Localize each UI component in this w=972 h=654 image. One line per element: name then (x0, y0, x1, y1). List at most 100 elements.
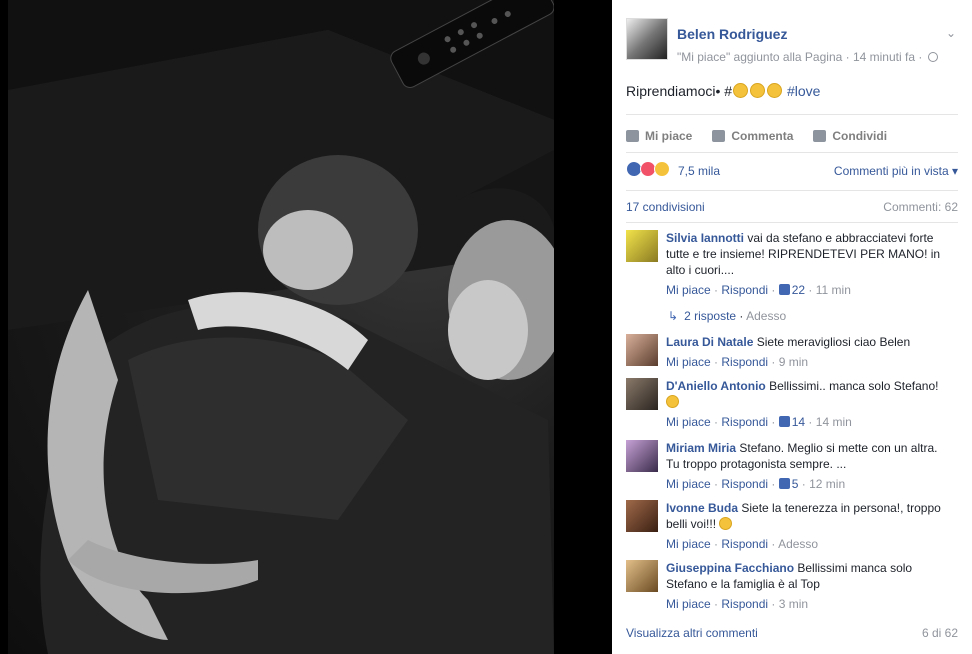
like-button[interactable]: Mi piace (626, 126, 692, 146)
comment-like-link[interactable]: Mi piace (666, 597, 711, 611)
chevron-down-icon[interactable]: ⌄ (946, 26, 958, 40)
comment-body: D'Aniello Antonio Bellissimi.. manca sol… (666, 378, 958, 430)
comment-actions: Mi piace · Rispondi · 22 · 11 min (666, 283, 851, 297)
comment-text: tutte e tre insieme! RIPRENDETEVI PER MA… (666, 247, 941, 261)
comment-text: Siete la tenerezza in persona!, troppo (741, 501, 941, 515)
comment-button[interactable]: Commenta (712, 126, 793, 146)
comment-like-link[interactable]: Mi piace (666, 477, 711, 491)
post-text-body: Riprendiamoci• # (626, 83, 733, 99)
comment-time[interactable]: 9 min (779, 355, 808, 369)
share-label: Condividi (832, 129, 888, 143)
comment-text: Siete meravigliosi ciao Belen (756, 335, 911, 349)
avatar[interactable] (626, 560, 658, 592)
commenter-name[interactable]: D'Aniello Antonio (666, 379, 766, 393)
photo-illustration (8, 0, 554, 654)
comment-like-link[interactable]: Mi piace (666, 355, 711, 369)
like-label: Mi piace (645, 129, 693, 143)
thumbs-up-icon (626, 130, 639, 142)
comment-body: Miriam Miria Stefano. Meglio si mette co… (666, 440, 958, 492)
comment-time[interactable]: Adesso (778, 537, 818, 551)
commenter-name[interactable]: Laura Di Natale (666, 335, 753, 349)
comment-time[interactable]: 14 min (816, 415, 852, 429)
comment-count: Commenti: 62 (883, 200, 958, 214)
divider (626, 152, 958, 153)
comment-like-count[interactable]: 22 (792, 283, 805, 297)
comment-actions: Mi piace · Rispondi · Adesso (666, 537, 819, 551)
post-actions: Mi piace Commenta Condividi (626, 126, 958, 146)
commenter-name[interactable]: Ivonne Buda (666, 501, 738, 515)
divider (626, 222, 958, 223)
comment-body: Laura Di Natale Siete meravigliosi ciao … (666, 334, 958, 370)
thumbs-up-icon (778, 478, 790, 489)
post-meta: "Mi piace" aggiunto alla Pagina · 14 min… (677, 50, 938, 64)
avatar[interactable] (626, 440, 658, 472)
globe-icon (927, 52, 938, 62)
comments-page-count: 6 di 62 (921, 626, 958, 640)
comment-text: vai da stefano e abbracciatevi forte (747, 231, 934, 245)
commenter-name[interactable]: Giuseppina Facchiano (666, 561, 794, 575)
comment-reply-link[interactable]: Rispondi (721, 415, 768, 429)
comment-like-link[interactable]: Mi piace (666, 415, 711, 429)
divider (626, 114, 958, 115)
page-name-link[interactable]: Belen Rodriguez (677, 26, 787, 42)
share-icon (813, 130, 827, 142)
comment-time[interactable]: 3 min (779, 597, 808, 611)
comment-actions: Mi piace · Rispondi · 9 min (666, 355, 809, 369)
comment-reply-link[interactable]: Rispondi (721, 597, 768, 611)
commenter-name[interactable]: Silvia Iannotti (666, 231, 744, 245)
comment-text: Bellissimi manca solo (797, 561, 913, 575)
share-button[interactable]: Condividi (813, 126, 887, 146)
comment-body: Giuseppina Facchiano Bellissimi manca so… (666, 560, 958, 612)
photo-viewer (0, 0, 612, 654)
avatar[interactable] (626, 230, 658, 262)
comment-icon (712, 130, 726, 142)
shares-link[interactable]: 17 condivisioni (626, 200, 705, 214)
reaction-count[interactable]: 7,5 mila (678, 164, 720, 178)
post-photo[interactable] (8, 0, 554, 654)
comment-text: Tu troppo protagonista sempre. ... (666, 457, 847, 471)
comment-actions: Mi piace · Rispondi · 5 · 12 min (666, 477, 846, 491)
comment-actions: Mi piace · Rispondi · 3 min (666, 597, 809, 611)
hashtag-link[interactable]: #love (787, 83, 820, 99)
comment-label: Commenta (731, 129, 794, 143)
comment-text: Bellissimi.. manca solo Stefano! (769, 379, 939, 393)
view-more-comments-link[interactable]: Visualizza altri commenti (626, 626, 758, 640)
smile-emoji-icon (666, 395, 679, 408)
comment-time[interactable]: 11 min (816, 283, 851, 297)
replies-time: Adesso (746, 309, 787, 323)
comment-reply-link[interactable]: Rispondi (721, 355, 768, 369)
avatar[interactable] (626, 500, 658, 532)
reactions-bar: 7,5 mila Commenti più in vista ▾ (626, 161, 958, 181)
divider (626, 190, 958, 191)
comment-reply-link[interactable]: Rispondi (721, 477, 768, 491)
reply-arrow-icon: ↳ (668, 309, 679, 323)
comment-sort-dropdown[interactable]: Commenti più in vista ▾ (834, 164, 958, 178)
comment-text: Stefano e la famiglia è al Top (666, 577, 820, 591)
comment-reply-link[interactable]: Rispondi (721, 537, 768, 551)
post-panel: Belen Rodriguez "Mi piace" aggiunto alla… (612, 0, 972, 654)
view-replies-link[interactable]: 2 risposte (684, 309, 736, 323)
comment-like-count[interactable]: 14 (792, 415, 805, 429)
avatar[interactable] (626, 334, 658, 366)
replies-row: ↳ 2 risposte · Adesso (668, 309, 787, 323)
comment-reply-link[interactable]: Rispondi (721, 283, 768, 297)
smile-emoji-icon (719, 517, 733, 530)
post-text: Riprendiamoci• # #love (626, 83, 820, 99)
haha-reaction-icon[interactable] (654, 161, 670, 177)
laughing-emoji-icon (733, 83, 749, 98)
post-meta-text: "Mi piace" aggiunto alla Pagina · 14 min… (677, 50, 923, 64)
comment-text: alto i cuori.... (666, 263, 735, 277)
post-header: Belen Rodriguez "Mi piace" aggiunto alla… (626, 18, 958, 68)
comment-like-link[interactable]: Mi piace (666, 537, 711, 551)
comments-footer: Visualizza altri commenti 6 di 62 (626, 626, 958, 640)
comment-text: belli voi!!! (666, 517, 717, 531)
comment-body: Silvia Iannotti vai da stefano e abbracc… (666, 230, 958, 298)
avatar[interactable] (626, 378, 658, 410)
commenter-name[interactable]: Miriam Miria (666, 441, 736, 455)
comment-time[interactable]: 12 min (809, 477, 845, 491)
comment-like-count[interactable]: 5 (792, 477, 799, 491)
page-avatar[interactable] (626, 18, 668, 60)
comment-actions: Mi piace · Rispondi · 14 · 14 min (666, 415, 852, 429)
comment-like-link[interactable]: Mi piace (666, 283, 711, 297)
comment-body: Ivonne Buda Siete la tenerezza in person… (666, 500, 958, 552)
